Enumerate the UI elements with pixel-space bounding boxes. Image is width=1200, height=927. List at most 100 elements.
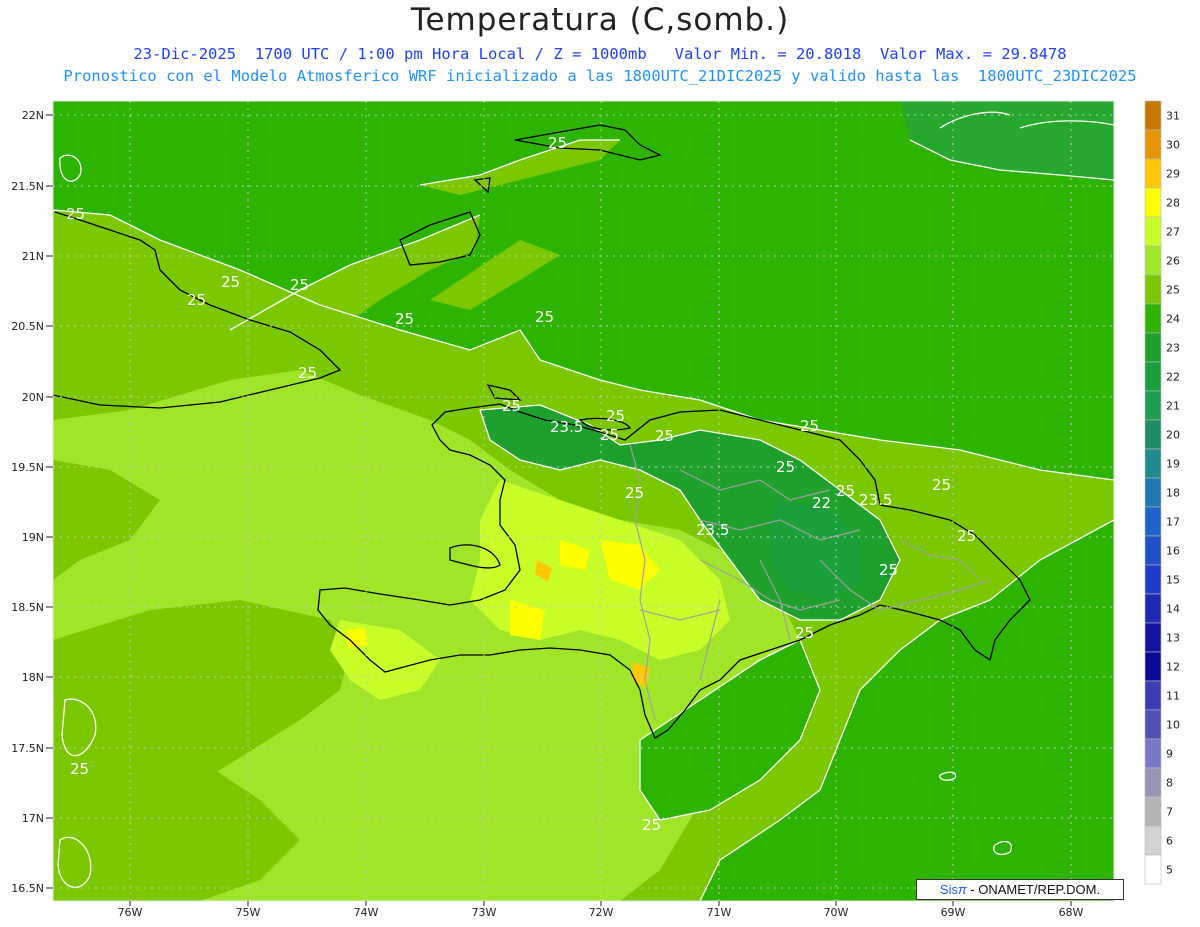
contour-label: 25 (879, 561, 898, 579)
lon-axis: 76W 75W 74W 73W 72W 71W 70W 69W 68W (118, 906, 1084, 919)
colorbar-label: 16 (1166, 545, 1180, 558)
colorbar-swatch (1144, 738, 1162, 769)
colorbar-swatch (1144, 709, 1162, 740)
colorbar-swatch (1144, 825, 1162, 856)
contour-label: 25 (776, 458, 795, 476)
lon-label: 73W (472, 906, 497, 919)
credit-label: Sisπ - ONAMET/REP.DOM. (916, 879, 1124, 900)
band-28-29-d (345, 628, 368, 648)
colorbar-label: 13 (1166, 632, 1180, 645)
credit-pi-symbol: π (957, 882, 967, 897)
colorbar-swatch (1144, 216, 1162, 247)
colorbar: 31 30 29 28 27 26 25 24 23 22 21 20 19 18 17 16 15 14 13 12… (1144, 100, 1180, 885)
colorbar-label: 12 (1166, 661, 1180, 674)
colorbar-label: 6 (1166, 835, 1173, 848)
colorbar-label: 27 (1166, 226, 1180, 239)
contour-label: 25 (221, 273, 240, 291)
colorbar-label: 21 (1166, 400, 1180, 413)
colorbar-swatch (1144, 593, 1162, 624)
lon-ticks (129, 901, 1072, 906)
colorbar-label: 28 (1166, 197, 1180, 210)
colorbar-label: 7 (1166, 806, 1173, 819)
lat-label: 19N (22, 531, 44, 544)
lat-label: 17N (22, 812, 44, 825)
contour-label: 25 (800, 417, 819, 435)
contour-label: 25 (66, 205, 85, 223)
colorbar-swatch (1144, 274, 1162, 305)
colorbar-swatch (1144, 477, 1162, 508)
temperature-map: 25 25 25 25 25 25 25 25 25 23.5 25 25 25… (11, 100, 1180, 919)
lon-label: 70W (824, 906, 849, 919)
contour-label: 25 (655, 427, 674, 445)
contour-label: 25 (395, 310, 414, 328)
contour-label: 25 (290, 276, 309, 294)
lon-label: 68W (1059, 906, 1084, 919)
colorbar-swatch (1144, 767, 1162, 798)
contour-label: 25 (600, 426, 619, 444)
colorbar-label: 30 (1166, 139, 1180, 152)
lat-label: 17.5N (11, 742, 44, 755)
colorbar-swatch (1144, 129, 1162, 160)
colorbar-swatch (1144, 448, 1162, 479)
contour-label: 25 (625, 484, 644, 502)
colorbar-label: 18 (1166, 487, 1180, 500)
colorbar-swatch (1144, 651, 1162, 682)
colorbar-swatch (1144, 158, 1162, 189)
colorbar-swatch (1144, 332, 1162, 363)
lat-label: 21N (22, 250, 44, 263)
colorbar-swatch (1144, 187, 1162, 218)
lat-label: 21.5N (11, 180, 44, 193)
colorbar-swatch (1144, 390, 1162, 421)
colorbar-label: 8 (1166, 777, 1173, 790)
contour-label: 25 (642, 816, 661, 834)
lon-label: 69W (941, 906, 966, 919)
lon-label: 76W (118, 906, 143, 919)
lat-axis: 22N 21.5N 21N 20.5N 20N 19.5N 19N 18.5N … (11, 109, 44, 895)
colorbar-label: 22 (1166, 371, 1180, 384)
lat-label: 20.5N (11, 320, 44, 333)
lon-label: 75W (236, 906, 261, 919)
contour-label: 25 (606, 407, 625, 425)
lat-label: 20N (22, 391, 44, 404)
colorbar-label: 23 (1166, 342, 1180, 355)
contour-label: 22 (812, 494, 831, 512)
lon-label: 72W (589, 906, 614, 919)
contour-label: 25 (187, 291, 206, 309)
colorbar-label: 20 (1166, 429, 1180, 442)
contour-label: 25 (548, 134, 567, 152)
lat-label: 19.5N (11, 461, 44, 474)
colorbar-label: 29 (1166, 168, 1180, 181)
colorbar-swatch (1144, 564, 1162, 595)
credit-text: - ONAMET/REP.DOM. (966, 882, 1101, 897)
contour-label: 25 (298, 364, 317, 382)
colorbar-swatch (1144, 622, 1162, 653)
contour-label: 25 (957, 527, 976, 545)
colorbar-label: 5 (1166, 864, 1173, 877)
colorbar-label: 19 (1166, 458, 1180, 471)
contour-label: 25 (502, 397, 521, 415)
contour-label: 25 (836, 482, 855, 500)
colorbar-label: 9 (1166, 748, 1173, 761)
contour-label: 25 (70, 760, 89, 778)
colorbar-label: 14 (1166, 603, 1180, 616)
colorbar-swatch (1144, 854, 1162, 885)
colorbar-label: 25 (1166, 284, 1180, 297)
colorbar-swatch (1144, 303, 1162, 334)
contour-label: 23.5 (550, 418, 583, 436)
colorbar-swatch (1144, 680, 1162, 711)
colorbar-swatch (1144, 506, 1162, 537)
lat-label: 22N (22, 109, 44, 122)
contour-label: 23.5 (859, 491, 892, 509)
lon-label: 74W (354, 906, 379, 919)
lat-label: 18N (22, 671, 44, 684)
lat-ticks (46, 114, 53, 889)
contour-label: 25 (932, 476, 951, 494)
lon-label: 71W (707, 906, 732, 919)
colorbar-label: 11 (1166, 690, 1180, 703)
colorbar-label: 17 (1166, 516, 1180, 529)
colorbar-swatch (1144, 245, 1162, 276)
lat-label: 16.5N (11, 882, 44, 895)
colorbar-swatch (1144, 796, 1162, 827)
colorbar-label: 10 (1166, 719, 1180, 732)
colorbar-swatch (1144, 419, 1162, 450)
